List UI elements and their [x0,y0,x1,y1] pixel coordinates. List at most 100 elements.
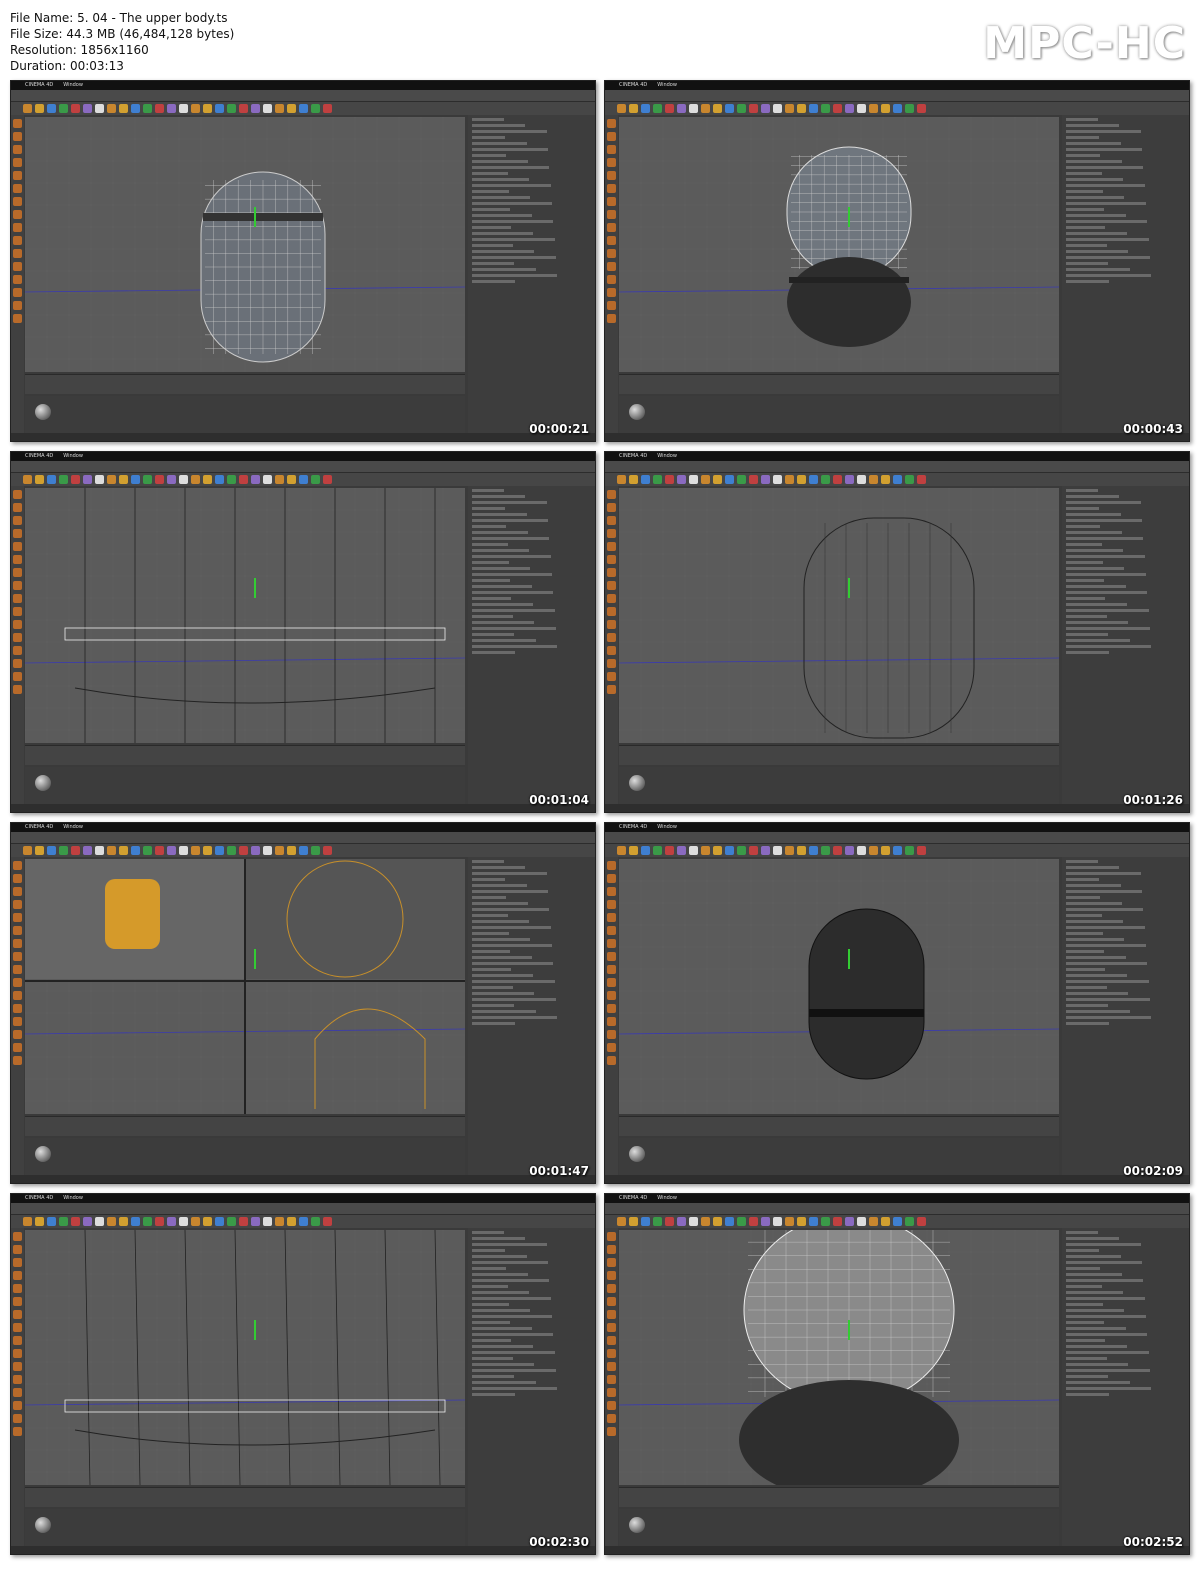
toolbar-icon [59,104,68,113]
toolbar [11,473,595,486]
toolbar-icon [71,1217,80,1226]
viewport [619,488,1059,743]
toolbar-icon [191,475,200,484]
viewport [619,1230,1059,1485]
toolbar-icon [917,104,926,113]
timestamp: 00:00:21 [529,422,589,436]
viewport [25,488,465,743]
toolbar-icon [785,475,794,484]
menu-bar [605,832,1189,847]
toolbar-icon [677,1217,686,1226]
toolbar-icon [641,1217,650,1226]
toolbar-icon [833,104,842,113]
toolbar-icon [785,846,794,855]
toolbar-icon [893,475,902,484]
app-title: CINEMA 4D [619,824,648,830]
toolbar-icon [893,104,902,113]
toolbar-icon [299,104,308,113]
toolbar-icon [881,475,890,484]
toolbar-icon [677,475,686,484]
toolbar-icon [737,475,746,484]
toolbar-icon [155,846,164,855]
material-ball-icon [35,775,51,791]
viewport [25,117,465,372]
timestamp: 00:01:04 [529,793,589,807]
viewport-scene [25,1230,465,1485]
toolbar-icon [665,475,674,484]
app-title: CINEMA 4D [619,82,648,88]
toolbar-icon [773,846,782,855]
mpc-hc-logo: MPC-HC [983,18,1186,69]
viewport-scene [619,859,1059,1114]
left-tool-palette [11,115,24,441]
viewport-scene [25,859,465,1114]
toolbar-icon [287,1217,296,1226]
toolbar-icon [47,1217,56,1226]
left-tool-palette [605,486,618,812]
toolbar [11,102,595,115]
file-size: File Size: 44.3 MB (46,484,128 bytes) [10,27,235,41]
material-coordinates-panel [25,396,465,434]
toolbar-icon [299,1217,308,1226]
toolbar-icon [71,846,80,855]
toolbar-icon [881,104,890,113]
toolbar-icon [641,846,650,855]
toolbar-icon [59,475,68,484]
toolbar [605,844,1189,857]
toolbar-icon [239,104,248,113]
app-title: CINEMA 4D [25,453,54,459]
toolbar-icon [95,1217,104,1226]
toolbar-icon [23,475,32,484]
toolbar-icon [917,475,926,484]
toolbar-icon [323,475,332,484]
menu-bar [605,90,1189,105]
toolbar-icon [725,1217,734,1226]
toolbar-icon [869,846,878,855]
menu-bar [11,90,595,105]
toolbar-icon [299,475,308,484]
toolbar-icon [263,846,272,855]
toolbar-icon [287,846,296,855]
left-tool-palette [11,1228,24,1554]
status-bar [11,1175,595,1183]
toolbar-icon [323,1217,332,1226]
toolbar-icon [71,475,80,484]
menu-bar [11,461,595,476]
toolbar-icon [191,104,200,113]
toolbar-icon [737,846,746,855]
toolbar-icon [629,104,638,113]
toolbar-icon [725,846,734,855]
toolbar-icon [23,1217,32,1226]
object-attribute-panel [1062,486,1189,806]
title-bar: CINEMA 4D Window [605,1194,1189,1203]
status-bar [11,1546,595,1554]
left-tool-palette [605,1228,618,1554]
viewport-scene [619,117,1059,372]
video-thumbnail: CINEMA 4D Window 00:00:21 [10,80,596,442]
toolbar-icon [617,846,626,855]
toolbar-icon [179,846,188,855]
material-ball-icon [629,1146,645,1162]
toolbar-icon [833,475,842,484]
menu-bar [605,461,1189,476]
material-coordinates-panel [25,767,465,805]
toolbar-icon [83,475,92,484]
window-menu: Window [63,1195,83,1201]
toolbar-icon [323,846,332,855]
toolbar-icon [845,1217,854,1226]
toolbar-icon [227,1217,236,1226]
toolbar-icon [617,1217,626,1226]
window-menu: Window [63,82,83,88]
toolbar-icon [83,1217,92,1226]
toolbar-icon [809,475,818,484]
toolbar-icon [143,104,152,113]
toolbar [605,1215,1189,1228]
toolbar-icon [905,846,914,855]
toolbar-icon [905,104,914,113]
title-bar: CINEMA 4D Window [11,1194,595,1203]
object-attribute-panel [468,1228,595,1548]
viewport [25,1230,465,1485]
toolbar-icon [905,1217,914,1226]
timestamp: 00:01:26 [1123,793,1183,807]
toolbar-icon [641,104,650,113]
